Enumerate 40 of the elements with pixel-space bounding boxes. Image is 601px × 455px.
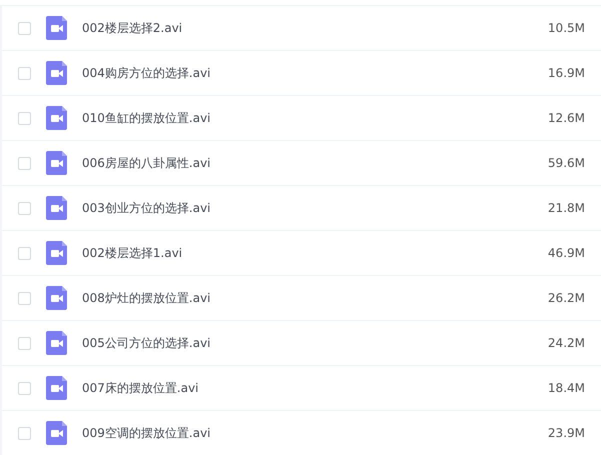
video-file-icon [46,106,67,130]
file-size: 18.4M [548,381,585,395]
video-file-icon [46,241,67,265]
checkbox[interactable] [18,382,31,394]
file-size: 24.2M [548,336,585,350]
file-size: 10.5M [548,21,585,35]
file-name[interactable]: 002楼层选择2.avi [82,20,548,36]
file-name[interactable]: 010鱼缸的摆放位置.avi [82,110,548,126]
video-file-icon [46,61,67,85]
file-size: 12.6M [548,111,585,125]
file-name[interactable]: 005公司方位的选择.avi [82,334,548,352]
file-size: 59.6M [548,156,585,170]
checkbox[interactable] [18,22,31,34]
checkbox[interactable] [18,426,31,440]
checkbox[interactable] [18,292,31,304]
video-file-icon [46,151,67,175]
file-name[interactable]: 003创业方位的选择.avi [82,200,548,216]
file-size: 16.9M [548,66,585,80]
file-name[interactable]: 002楼层选择1.avi [82,244,548,262]
file-name[interactable]: 007床的摆放位置.avi [82,380,548,396]
checkbox[interactable] [18,246,31,260]
video-file-icon [46,286,67,310]
checkbox[interactable] [18,156,31,170]
video-file-icon [46,331,67,355]
video-file-icon [46,196,67,220]
video-file-icon [46,376,67,400]
file-size: 23.9M [548,426,585,440]
checkbox[interactable] [18,202,31,214]
file-name[interactable]: 006房屋的八卦属性.avi [82,154,548,172]
file-name[interactable]: 008炉灶的摆放位置.avi [82,290,548,306]
file-name[interactable]: 009空调的摆放位置.avi [82,424,548,442]
file-size: 21.8M [548,201,585,215]
file-size: 26.2M [548,291,585,305]
file-name[interactable]: 004购房方位的选择.avi [82,64,548,82]
video-file-icon [46,421,67,445]
checkbox[interactable] [18,112,31,124]
video-file-icon [46,16,67,40]
checkbox[interactable] [18,66,31,80]
checkbox[interactable] [18,336,31,350]
file-size: 46.9M [548,246,585,260]
